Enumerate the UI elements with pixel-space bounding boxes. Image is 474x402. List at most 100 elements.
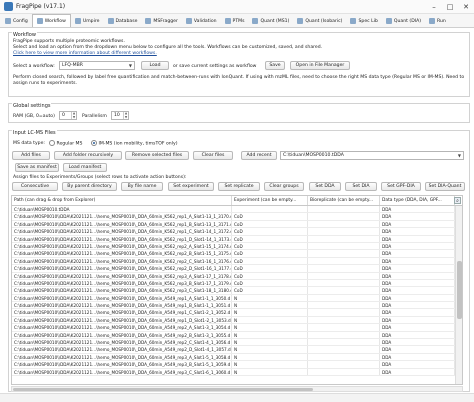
table-row[interactable]: C:\tiduan\MOSP0010\\DDA\K2021121...\hemo… xyxy=(12,250,462,258)
table-row[interactable]: C:\tiduan\MOSP0010\\DDA\K2021121...\hemo… xyxy=(12,368,462,376)
cell-bioreplicate[interactable] xyxy=(308,339,380,346)
cell-data-type[interactable]: DDA xyxy=(380,265,455,272)
spinner-arrows-icon[interactable]: ▲ ▼ xyxy=(71,111,76,119)
cell-bioreplicate[interactable] xyxy=(308,279,380,287)
clear-files-button[interactable]: Clear files xyxy=(193,151,233,160)
cell-data-type[interactable]: DDA xyxy=(380,331,455,339)
load-workflow-button[interactable]: Load xyxy=(141,61,169,70)
cell-data-type[interactable]: DDA xyxy=(380,353,455,361)
cell-bioreplicate[interactable] xyxy=(308,294,380,302)
table-row[interactable]: C:\tiduan\MOSP0010\\DDA\K2021121...\hemo… xyxy=(12,353,462,362)
column-header-data-type[interactable]: Data type (DDA, DIA, GPF... xyxy=(380,196,455,205)
add-files-button[interactable]: Add files xyxy=(12,151,50,160)
parallelism-spinner[interactable]: 10 ▲ ▼ xyxy=(111,111,129,120)
cell-data-type[interactable]: DDA xyxy=(380,324,455,331)
cell-path[interactable]: C:\tiduan\MOSP0010\\DDA\K2021121...\hemo… xyxy=(12,235,232,242)
cell-bioreplicate[interactable] xyxy=(308,316,380,324)
cell-data-type[interactable]: DDA xyxy=(380,316,455,324)
by-parent-directory-button[interactable]: By parent directory xyxy=(62,182,117,191)
set-gpf-dia-button[interactable]: Set GPF-DIA xyxy=(381,182,421,191)
cell-data-type[interactable]: DDA xyxy=(380,220,455,228)
horizontal-scrollbar[interactable] xyxy=(11,386,463,392)
cell-experiment[interactable]: N xyxy=(232,339,308,346)
cell-bioreplicate[interactable] xyxy=(308,265,380,272)
cell-experiment[interactable]: CoD xyxy=(232,279,308,287)
cell-experiment[interactable]: CoD xyxy=(232,257,308,265)
table-row[interactable]: C:\tiduan\MOSP0010\\DDA\K2021121...\hemo… xyxy=(12,213,462,221)
table-row[interactable]: C:\tiduan\MOSP0010\\DDA\K2021121...\hemo… xyxy=(12,272,462,280)
tab-workflow[interactable]: Workflow xyxy=(31,14,71,27)
tab-database[interactable]: Database xyxy=(104,15,142,27)
cell-path[interactable]: C:\tiduan\MOSP0010\\DDA\K2021121...\hemo… xyxy=(12,361,232,368)
cell-experiment[interactable]: CoD xyxy=(232,228,308,235)
cell-bioreplicate[interactable] xyxy=(308,250,380,257)
remove-selected-files-button[interactable]: Remove selected files xyxy=(125,151,189,160)
cell-path[interactable]: C:\tiduan\MOSP0010\\DDA\K2021121...\hemo… xyxy=(12,279,232,287)
cell-data-type[interactable]: DDA xyxy=(380,242,455,250)
set-replicate-button[interactable]: Set replicate xyxy=(218,182,260,191)
cell-data-type[interactable]: DDA xyxy=(380,257,455,265)
table-row[interactable]: C:\tiduan\MOSP0010\\DDA\K2021121...\hemo… xyxy=(12,361,462,369)
search-icon[interactable]: ⌕ xyxy=(454,197,461,204)
cell-data-type[interactable]: DDA xyxy=(380,368,455,375)
cell-path[interactable]: C:\tiduan\MOSP0010\\DDA\K2021121...\hemo… xyxy=(12,242,232,250)
cell-bioreplicate[interactable] xyxy=(308,353,380,361)
cell-bioreplicate[interactable] xyxy=(308,220,380,228)
radio-button-selected-icon[interactable] xyxy=(91,140,97,146)
cell-bioreplicate[interactable] xyxy=(308,368,380,375)
cell-bioreplicate[interactable] xyxy=(308,302,380,309)
tab-quant-dia[interactable]: Quant (DIA) xyxy=(382,15,425,27)
cell-experiment[interactable]: N xyxy=(232,368,308,375)
cell-path[interactable]: C:\tiduan\MOSP0010\\DDA\K2021121...\hemo… xyxy=(12,272,232,279)
scrollbar-thumb[interactable] xyxy=(457,261,462,319)
cell-bioreplicate[interactable] xyxy=(308,242,380,250)
cell-experiment[interactable]: N xyxy=(232,346,308,353)
radio-button-icon[interactable] xyxy=(49,140,55,146)
radio-im-ms[interactable]: IM-MS (ion mobility, timsTOF only) xyxy=(91,140,178,147)
cell-data-type[interactable]: DDA xyxy=(380,361,455,368)
load-manifest-button[interactable]: Load manifest xyxy=(63,163,107,172)
cell-bioreplicate[interactable] xyxy=(308,331,380,339)
cell-path[interactable]: C:\tiduan\MOSP0010\\DDA\K2021121...\hemo… xyxy=(12,265,232,272)
tab-validation[interactable]: Validation xyxy=(182,15,221,27)
cell-bioreplicate[interactable] xyxy=(308,228,380,235)
cell-data-type[interactable]: DDA xyxy=(380,294,455,302)
table-row[interactable]: C:\tiduan\MOSP0010\\DDA\K2021121...\hemo… xyxy=(12,309,462,317)
cell-data-type[interactable]: DDA xyxy=(380,206,455,213)
workflow-info-link[interactable]: Click here to view more information abou… xyxy=(13,51,157,56)
cell-experiment[interactable]: N xyxy=(232,331,308,339)
tab-msfragger[interactable]: MSFragger xyxy=(141,15,181,27)
cell-experiment[interactable]: N xyxy=(232,309,308,316)
tab-spec-lib[interactable]: Spec Lib xyxy=(346,15,381,27)
table-row[interactable]: C:\tiduan\MOSP0010\\DDA\K2021121...\hemo… xyxy=(12,324,462,332)
cell-experiment[interactable]: CoD xyxy=(232,242,308,250)
column-header-bioreplicate[interactable]: Bioreplicate (can be empty... xyxy=(308,196,380,205)
cell-data-type[interactable]: DDA xyxy=(380,287,455,294)
cell-data-type[interactable]: DDA xyxy=(380,235,455,242)
cell-experiment[interactable]: N xyxy=(232,361,308,368)
table-row[interactable]: C:\tiduan\MOSP0010\\DDA\K2021121...\hemo… xyxy=(12,220,462,229)
cell-experiment[interactable]: CoD xyxy=(232,287,308,294)
cell-path[interactable]: C:\tiduan\MOSP0010\\DDA\K2021121...\hemo… xyxy=(12,228,232,235)
table-row[interactable]: C:\tiduan\MOSP0010\\DDA\K2021121...\hemo… xyxy=(12,228,462,236)
table-row[interactable]: C:\tiduan\MOSP0010\\DDA\K2021121...\hemo… xyxy=(12,346,462,354)
cell-data-type[interactable]: DDA xyxy=(380,213,455,220)
cell-path[interactable]: C:\tiduan\MOSP0010\\DDA\K2021121...\hemo… xyxy=(12,213,232,220)
cell-bioreplicate[interactable] xyxy=(308,324,380,331)
tab-run[interactable]: Run xyxy=(425,15,450,27)
tab-ptms[interactable]: PTMs xyxy=(221,15,249,27)
cell-path[interactable]: C:\tiduan\MOSP0010\\DDA\K2021121...\hemo… xyxy=(12,324,232,331)
cell-data-type[interactable]: DDA xyxy=(380,228,455,235)
cell-path[interactable]: C:\tiduan\MOSP0010.tDDA xyxy=(12,206,232,213)
spinner-arrows-icon[interactable]: ▲ ▼ xyxy=(123,111,128,119)
set-dda-button[interactable]: Set DDA xyxy=(309,182,341,191)
consecutive-button[interactable]: Consecutive xyxy=(12,182,58,191)
cell-bioreplicate[interactable] xyxy=(308,361,380,368)
table-row[interactable]: C:\tiduan\MOSP0010\\DDA\K2021121...\hemo… xyxy=(12,235,462,243)
set-dia-button[interactable]: Set DIA xyxy=(345,182,377,191)
ram-spinner[interactable]: 0 ▲ ▼ xyxy=(59,111,77,120)
cell-bioreplicate[interactable] xyxy=(308,235,380,242)
table-row[interactable]: C:\tiduan\MOSP0010\\DDA\K2021121...\hemo… xyxy=(12,279,462,288)
tab-quant-ms1[interactable]: Quant (MS1) xyxy=(248,15,293,27)
tab-umpire[interactable]: Umpire xyxy=(71,15,104,27)
